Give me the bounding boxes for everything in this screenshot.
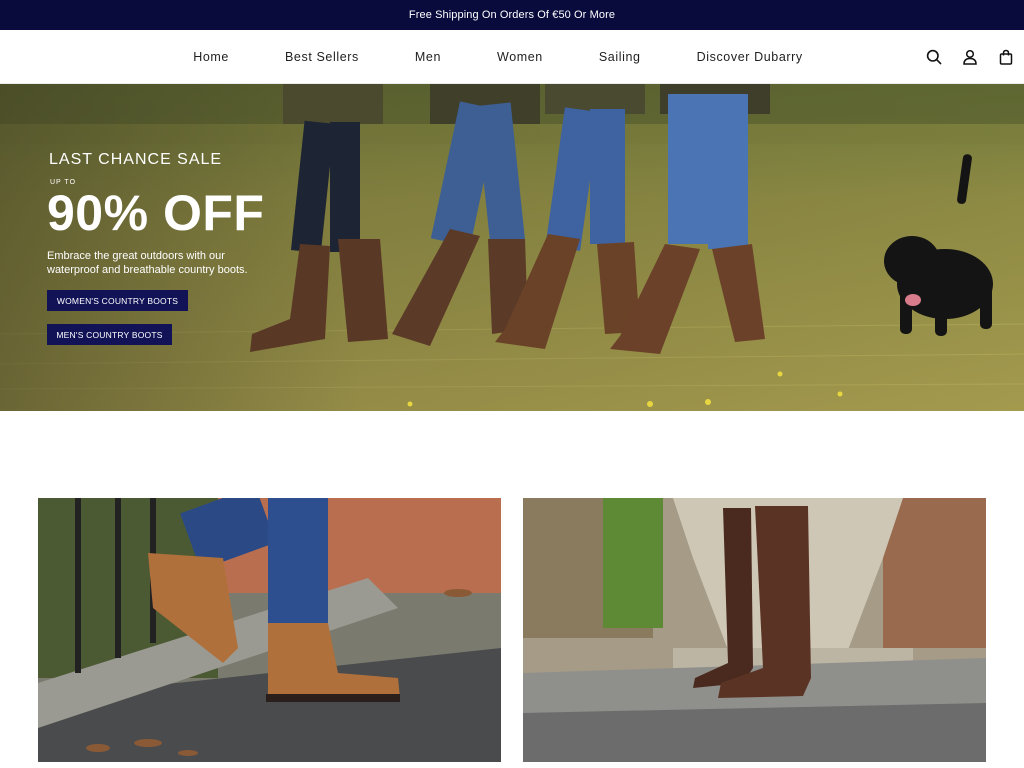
search-icon[interactable]	[916, 30, 952, 84]
collection-tile-mens-boots[interactable]	[38, 498, 501, 762]
nav-item-men[interactable]: Men	[415, 50, 441, 64]
account-icon[interactable]	[952, 30, 988, 84]
header-icons	[916, 30, 1024, 84]
hero-image	[0, 84, 1024, 411]
hero-banner: LAST CHANCE SALE UP TO 90% OFF Embrace t…	[0, 84, 1024, 411]
hero-description: Embrace the great outdoors with our wate…	[47, 250, 248, 276]
womens-boots-image	[523, 498, 986, 762]
bag-icon[interactable]	[988, 30, 1024, 84]
nav-item-home[interactable]: Home	[193, 50, 229, 64]
hero-headline: 90% OFF	[47, 185, 265, 241]
main-nav: Home Best Sellers Men Women Sailing Disc…	[0, 30, 1024, 84]
nav-item-women[interactable]: Women	[497, 50, 543, 64]
mens-country-boots-button[interactable]: MEN'S COUNTRY BOOTS	[47, 324, 172, 345]
nav-item-best-sellers[interactable]: Best Sellers	[285, 50, 359, 64]
site-header: Home Best Sellers Men Women Sailing Disc…	[0, 30, 1024, 84]
announcement-text: Free Shipping On Orders Of €50 Or More	[408, 9, 616, 21]
nav-item-sailing[interactable]: Sailing	[599, 50, 641, 64]
nav-item-discover-dubarry[interactable]: Discover Dubarry	[697, 50, 803, 64]
womens-country-boots-button[interactable]: WOMEN'S COUNTRY BOOTS	[47, 290, 188, 311]
collection-tile-womens-boots[interactable]	[523, 498, 986, 762]
hero-kicker: LAST CHANCE SALE	[49, 151, 223, 168]
announcement-bar: Free Shipping On Orders Of €50 Or More	[0, 0, 1024, 30]
mens-boots-image	[38, 498, 501, 762]
